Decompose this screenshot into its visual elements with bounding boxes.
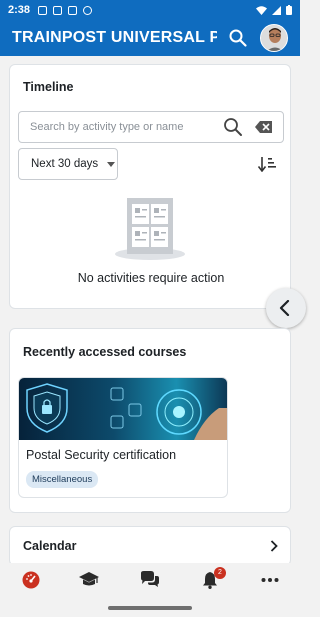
recent-courses-title: Recently accessed courses [23,345,187,359]
calendar-title: Calendar [23,539,77,553]
timeline-date-filter[interactable]: Next 30 days [18,148,118,180]
timeline-title: Timeline [23,80,74,94]
user-photo [261,25,287,51]
empty-activities-illustration [115,198,185,260]
course-category-badge: Miscellaneous [26,471,99,488]
user-avatar[interactable] [260,24,288,52]
notification-status-icon [53,5,63,15]
graduation-cap-icon [79,572,99,586]
more-dots-icon [261,578,279,582]
tab-courses[interactable] [74,571,104,591]
tab-dashboard[interactable] [16,571,46,591]
calendar-block[interactable]: Calendar [9,526,291,566]
search-icon[interactable] [223,117,243,137]
course-image [19,378,227,440]
search-placeholder: Search by activity type or name [30,121,184,133]
notification-status-icon [83,5,93,15]
timeline-search-input[interactable]: Search by activity type or name [18,111,284,143]
app-bar: TRAINPOST UNIVERSAL P... [0,20,300,56]
system-icons [256,5,292,15]
tab-more[interactable] [255,571,285,591]
wifi-icon [256,5,267,15]
dashboard-icon [22,571,40,589]
signal-icon [272,5,281,15]
chevron-down-icon [107,161,116,167]
timeline-block: Timeline Search by activity type or name… [9,64,291,309]
status-icons [38,5,93,15]
filter-selected-value: Next 30 days [31,158,99,170]
course-name: Postal Security certification [26,448,177,462]
course-card[interactable]: Postal Security certification Miscellane… [18,377,228,498]
empty-state-message: No activities require action [77,271,225,285]
block-drawer-toggle[interactable] [266,288,306,328]
site-title: TRAINPOST UNIVERSAL P... [12,29,217,46]
battery-icon [286,5,292,15]
clear-icon[interactable] [255,120,273,134]
status-time: 2:38 [8,4,31,16]
status-bar: 2:38 [0,0,300,20]
sort-icon[interactable] [258,156,276,172]
recent-courses-block: Recently accessed courses Postal Securit… [9,328,291,513]
notification-status-icon [38,5,48,15]
security-shield-image [26,383,227,440]
chat-bubbles-icon [141,571,159,587]
tab-messages[interactable] [135,571,165,591]
notification-status-icon [68,5,78,15]
chevron-left-icon [279,300,290,316]
tab-notifications[interactable]: 2 [195,567,226,591]
search-icon[interactable] [228,28,248,48]
system-home-indicator[interactable] [108,606,192,610]
notification-count-badge: 2 [214,567,226,579]
chevron-right-icon [270,540,278,552]
